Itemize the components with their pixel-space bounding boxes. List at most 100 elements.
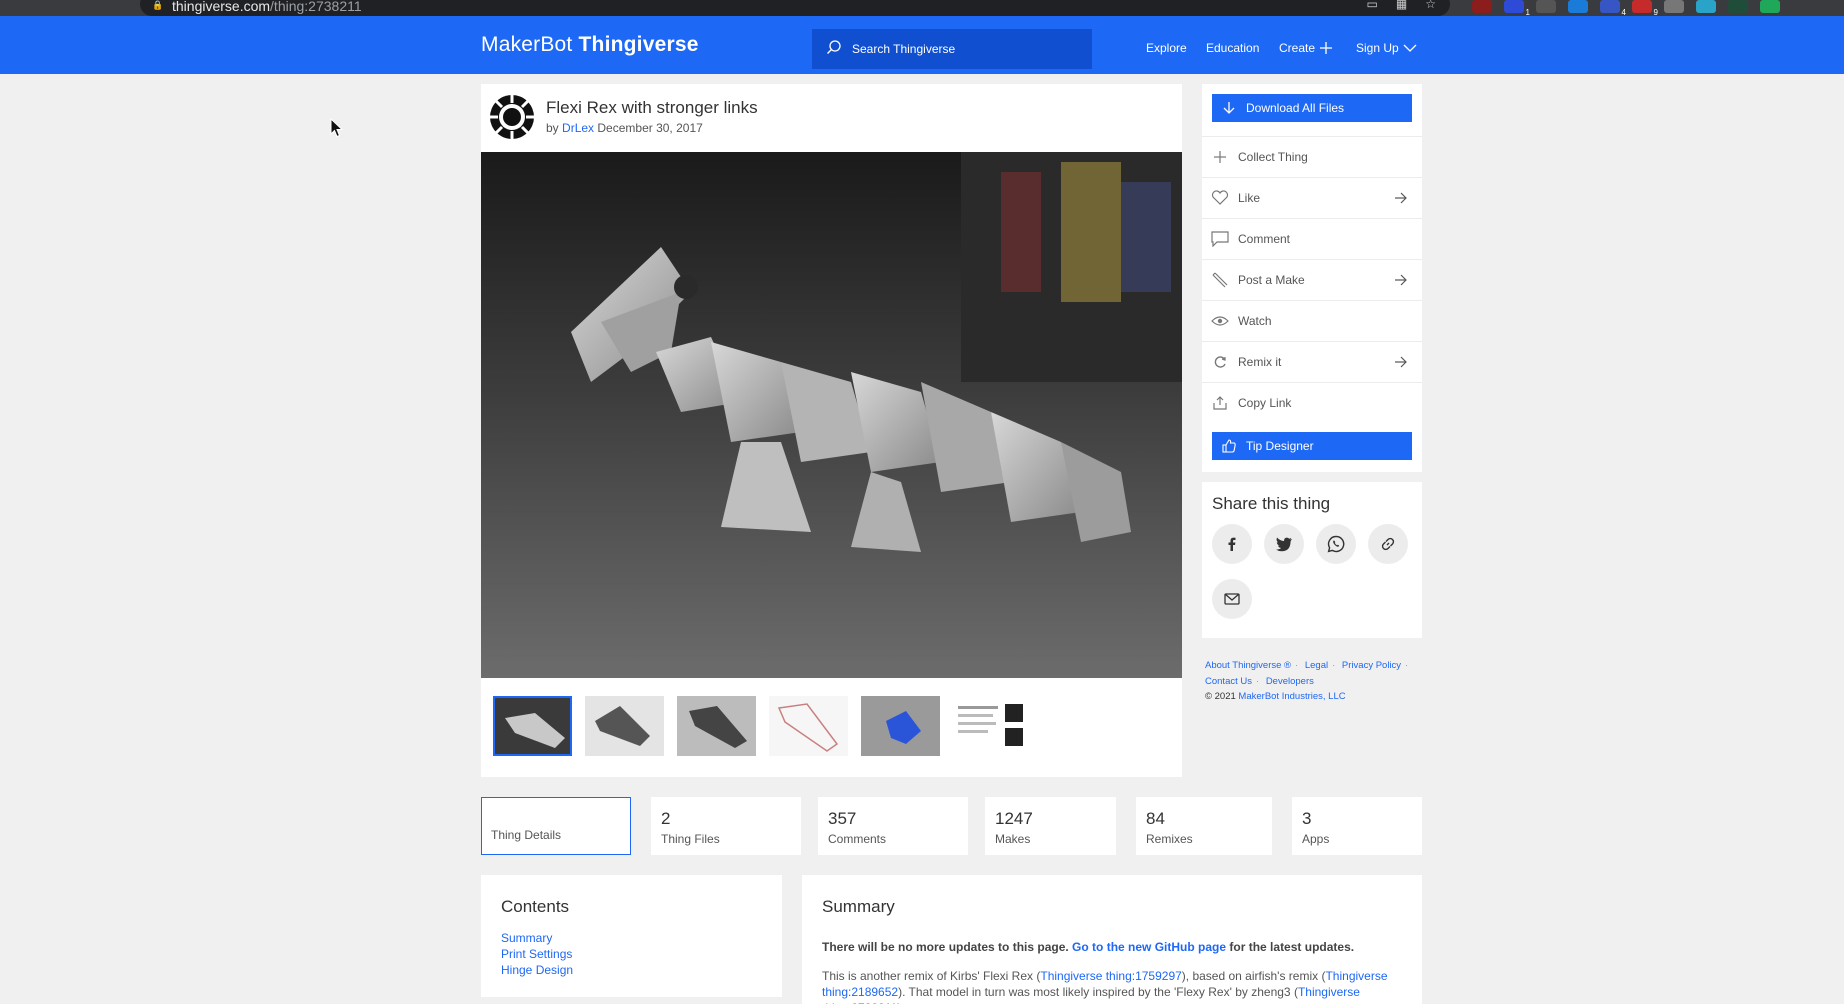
extension-icon[interactable] (1568, 0, 1588, 13)
email-share-button[interactable] (1212, 579, 1252, 619)
share-title: Share this thing (1212, 494, 1331, 513)
tip-designer-button[interactable]: Tip Designer (1212, 432, 1412, 460)
action-sidebar: Download All Files Collect Thing Like Co… (1202, 84, 1422, 472)
comment-icon (1202, 231, 1238, 247)
extension-icon[interactable]: 4 (1600, 0, 1626, 17)
privacy-link[interactable]: Privacy Policy (1342, 660, 1401, 671)
tab-thing-files[interactable]: 2 Thing Files (651, 797, 801, 855)
contents-card: Contents Summary Print Settings Hinge De… (481, 875, 782, 997)
thumbnail[interactable] (493, 696, 572, 756)
email-icon (1224, 593, 1240, 605)
github-link[interactable]: Go to the new GitHub page (1072, 940, 1226, 954)
address-bar[interactable]: 🔒 thingiverse.com/thing:2738211 ▭ ▦ ☆ (140, 0, 1450, 16)
tab-remixes[interactable]: 84 Remixes (1136, 797, 1272, 855)
extension-icon[interactable] (1472, 0, 1492, 13)
site-logo[interactable]: MakerBot Thingiverse (481, 33, 699, 57)
qr-icon[interactable]: ▦ (1396, 0, 1407, 10)
main-photo[interactable] (481, 152, 1182, 678)
remix-button[interactable]: Remix it (1202, 341, 1422, 382)
tab-thing-details[interactable]: Thing Details (481, 797, 631, 855)
comment-button[interactable]: Comment (1202, 218, 1422, 259)
thumbnail[interactable] (861, 696, 940, 756)
post-make-button[interactable]: Post a Make (1202, 259, 1422, 300)
remix-source-link[interactable]: Thingiverse thing:1759297 (1040, 969, 1181, 983)
nav-create[interactable]: Create (1279, 41, 1333, 55)
thumbs-up-icon (1212, 439, 1246, 453)
site-header: MakerBot Thingiverse Search Thingiverse … (0, 16, 1844, 74)
share-icon (1202, 396, 1238, 410)
action-list: Collect Thing Like Comment Post a Make W… (1202, 136, 1422, 423)
legal-link[interactable]: Legal (1305, 660, 1328, 671)
extension-icon[interactable]: 1 (1504, 0, 1530, 17)
whatsapp-icon (1327, 535, 1345, 553)
contents-title: Contents (501, 897, 570, 916)
mouse-cursor-icon (330, 117, 344, 143)
summary-title: Summary (822, 897, 895, 916)
extension-icon[interactable] (1696, 0, 1716, 13)
extension-bar: 1 4 9 (1472, 0, 1780, 17)
contents-link-hinge-design[interactable]: Hinge Design (501, 962, 573, 978)
make-icon (1202, 271, 1238, 289)
extension-icon[interactable] (1536, 0, 1556, 13)
facebook-share-button[interactable] (1212, 524, 1252, 564)
search-box[interactable]: Search Thingiverse (812, 29, 1092, 69)
remix-icon (1202, 355, 1238, 369)
nav-education[interactable]: Education (1206, 41, 1259, 55)
summary-paragraph: This is another remix of Kirbs' Flexi Re… (822, 968, 1412, 1004)
like-button[interactable]: Like (1202, 177, 1422, 218)
author-avatar[interactable] (488, 93, 536, 141)
company-link[interactable]: MakerBot Industries, LLC (1238, 691, 1345, 702)
link-icon (1381, 537, 1395, 551)
author-link[interactable]: DrLex (562, 121, 594, 135)
thumbnail[interactable] (677, 696, 756, 756)
update-notice: There will be no more updates to this pa… (822, 940, 1355, 954)
address-bar-icons: ▭ ▦ ☆ (1367, 0, 1436, 10)
nav-explore[interactable]: Explore (1146, 41, 1187, 55)
lock-icon: 🔒 (152, 0, 164, 10)
watch-button[interactable]: Watch (1202, 300, 1422, 341)
tab-comments[interactable]: 357 Comments (818, 797, 968, 855)
download-all-button[interactable]: Download All Files (1212, 94, 1412, 122)
extension-icon[interactable]: 9 (1632, 0, 1658, 17)
developers-link[interactable]: Developers (1266, 676, 1314, 687)
bookmark-star-icon[interactable]: ☆ (1425, 0, 1436, 10)
about-link[interactable]: About Thingiverse ® (1205, 660, 1291, 671)
contact-link[interactable]: Contact Us (1205, 676, 1252, 687)
thing-card: Flexi Rex with stronger links by DrLex D… (481, 84, 1182, 777)
share-card: Share this thing (1202, 482, 1422, 638)
whatsapp-share-button[interactable] (1316, 524, 1356, 564)
extension-icon[interactable] (1760, 0, 1780, 13)
collect-thing-button[interactable]: Collect Thing (1202, 136, 1422, 177)
thing-byline: by DrLex December 30, 2017 (546, 121, 703, 135)
plus-icon (1202, 150, 1238, 164)
search-placeholder[interactable]: Search Thingiverse (852, 42, 955, 56)
site-footer-links: About Thingiverse ® · Legal · Privacy Poli… (1205, 660, 1409, 702)
arrow-right-icon (1394, 355, 1408, 372)
thumbnail-strip (493, 696, 1032, 756)
arrow-right-icon (1394, 191, 1408, 208)
download-icon (1212, 101, 1246, 115)
twitter-share-button[interactable] (1264, 524, 1304, 564)
plus-icon (1320, 42, 1333, 54)
reader-icon[interactable]: ▭ (1367, 0, 1378, 10)
copy-link-button[interactable]: Copy Link (1202, 382, 1422, 423)
browser-chrome: 🔒 thingiverse.com/thing:2738211 ▭ ▦ ☆ 1 … (0, 0, 1844, 17)
link-share-button[interactable] (1368, 524, 1408, 564)
thumbnail[interactable] (769, 696, 848, 756)
contents-link-print-settings[interactable]: Print Settings (501, 946, 573, 962)
publish-date: December 30, 2017 (597, 121, 703, 135)
nav-signup[interactable]: Sign Up (1356, 41, 1417, 55)
contents-link-summary[interactable]: Summary (501, 930, 573, 946)
thumbnail[interactable] (585, 696, 664, 756)
thumbnail[interactable] (953, 696, 1032, 756)
tab-makes[interactable]: 1247 Makes (985, 797, 1116, 855)
chevron-down-icon (1403, 44, 1417, 52)
eye-icon (1202, 315, 1238, 327)
heart-icon (1202, 190, 1238, 206)
extension-icon[interactable] (1664, 0, 1684, 13)
thing-title: Flexi Rex with stronger links (546, 98, 758, 117)
extension-icon[interactable] (1728, 0, 1748, 13)
tab-apps[interactable]: 3 Apps (1292, 797, 1422, 855)
copyright-text: © 2021 (1205, 691, 1236, 702)
summary-card: Summary There will be no more updates to… (802, 875, 1422, 1004)
